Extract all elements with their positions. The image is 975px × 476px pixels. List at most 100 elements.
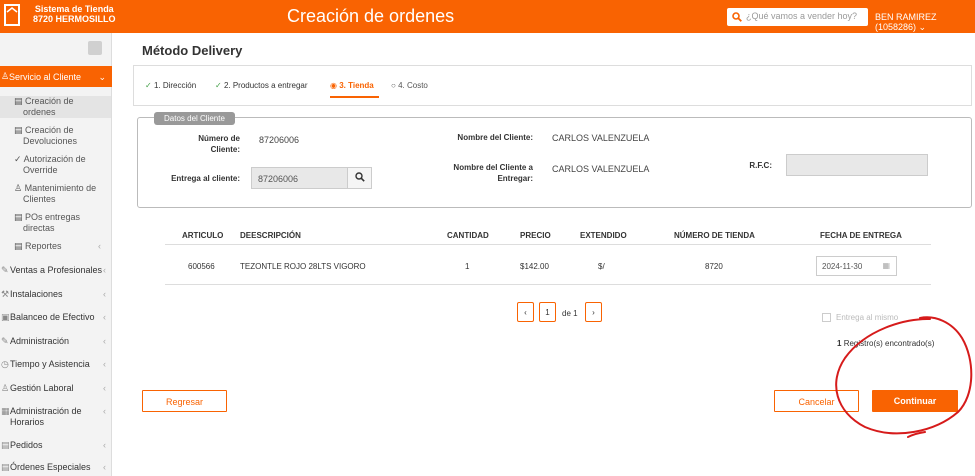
search-placeholder: ¿Qué vamos a vender hoy? <box>746 11 858 21</box>
check-icon: ✓ <box>14 154 22 164</box>
step-label: 3. Tienda <box>339 81 374 90</box>
chevron-left-icon: ‹ <box>103 383 106 393</box>
sidebar-subitem-autorizacion-override[interactable]: ✓ Autorización de Override <box>14 154 109 176</box>
sidebar-subitem-reportes[interactable]: ▤ Reportes ‹ <box>14 241 109 252</box>
store-line-1: Sistema de Tienda <box>34 4 114 14</box>
pagination-prev-button[interactable]: ‹ <box>517 302 534 322</box>
regresar-button[interactable]: Regresar <box>142 390 227 412</box>
active-step-underline <box>330 96 379 98</box>
sidebar-subitem-label: Autorización de <box>23 154 86 164</box>
step-label: 1. Dirección <box>153 81 197 90</box>
pagination-next-button[interactable]: › <box>585 302 602 322</box>
continuar-button[interactable]: Continuar <box>872 390 958 412</box>
check-circle-icon: ✓ <box>215 81 222 90</box>
search-icon <box>354 172 365 182</box>
sidebar-subitem-label: Reportes <box>25 241 62 251</box>
sidebar-item-label: Horarios <box>10 417 45 427</box>
sidebar-item-label: Ventas a Profesionales <box>10 265 103 275</box>
chevron-left-icon: ‹ <box>103 406 106 416</box>
sidebar-item-label: Servicio al Cliente <box>9 72 82 82</box>
entrega-mismo-checkbox[interactable] <box>822 313 831 322</box>
table-row-divider <box>165 284 931 285</box>
step-tienda[interactable]: ◉ 3. Tienda <box>330 81 374 90</box>
person-icon: ♙ <box>14 183 23 193</box>
cell-cantidad: 1 <box>465 262 470 271</box>
cancelar-button[interactable]: Cancelar <box>774 390 859 412</box>
sidebar-subitem-label: Clientes <box>23 194 56 204</box>
document-icon: ▤ <box>1 440 10 450</box>
client-name-label: Nombre del Cliente: <box>457 133 533 142</box>
sidebar-toggle-button[interactable] <box>88 41 102 55</box>
clock-icon: ◷ <box>1 359 9 369</box>
sidebar-item-balanceo-efectivo[interactable]: ▣ Balanceo de Efectivo ‹ <box>0 312 112 323</box>
chevron-left-icon: ‹ <box>98 241 101 251</box>
client-search-button[interactable] <box>347 167 372 189</box>
cell-articulo: 600566 <box>188 262 215 271</box>
sidebar-item-label: Instalaciones <box>10 289 63 299</box>
entrega-mismo-label: Entrega al mismo <box>836 313 899 322</box>
label-line: Nombre del Cliente a <box>453 163 533 172</box>
pencil-icon: ✎ <box>1 336 9 346</box>
column-header-cantidad: CANTIDAD <box>447 231 489 240</box>
chevron-left-icon: ‹ <box>103 265 106 275</box>
sidebar-item-servicio-al-cliente[interactable]: ♙ Servicio al Cliente ⌄ <box>0 66 112 87</box>
step-productos[interactable]: ✓ 2. Productos a entregar <box>215 81 308 90</box>
sidebar-item-label: Tiempo y Asistencia <box>10 359 90 369</box>
tag-icon: ✎ <box>1 265 9 275</box>
chart-icon: ▤ <box>14 241 23 251</box>
records-found: 1 Registro(s) encontrado(s) <box>837 339 934 348</box>
chevron-left-icon: ‹ <box>103 312 106 322</box>
sidebar-item-gestion-laboral[interactable]: ♙ Gestión Laboral ‹ <box>0 383 112 394</box>
sidebar-subitem-label: Creación de <box>25 96 74 106</box>
sidebar-item-label: Órdenes Especiales <box>10 462 91 472</box>
sidebar-item-label: Administración de <box>10 406 82 416</box>
sidebar-item-tiempo-asistencia[interactable]: ◷ Tiempo y Asistencia ‹ <box>0 359 112 370</box>
sidebar-item-administracion[interactable]: ✎ Administración ‹ <box>0 336 112 347</box>
sidebar-subitem-creacion-ordenes[interactable]: ▤ Creación de ordenes <box>0 96 111 118</box>
sidebar-item-instalaciones[interactable]: ⚒ Instalaciones ‹ <box>0 289 112 300</box>
delivery-name-value: CARLOS VALENZUELA <box>552 164 650 174</box>
sidebar-item-ordenes-especiales[interactable]: ▤ Órdenes Especiales ‹ <box>0 462 112 473</box>
step-direccion[interactable]: ✓ 1. Dirección <box>145 81 196 90</box>
label-line: Cliente: <box>210 145 240 154</box>
document-icon: ▤ <box>1 462 10 472</box>
delivery-date-input[interactable]: 2024-11-30 ▦ <box>816 256 897 276</box>
top-bar: Sistema de Tienda 8720 HERMOSILLO Creaci… <box>0 0 975 33</box>
check-circle-icon: ✓ <box>145 81 152 90</box>
list-icon: ▤ <box>14 212 23 222</box>
rfc-field[interactable] <box>786 154 928 176</box>
delivery-name-label: Nombre del Cliente a Entregar: <box>433 162 533 184</box>
user-menu[interactable]: BEN RAMIREZ (1058286) ⌄ <box>875 12 975 33</box>
column-header-articulo: ARTICULO <box>182 231 224 240</box>
sidebar-item-ventas-profesionales[interactable]: ✎ Ventas a Profesionales ‹ <box>0 265 112 276</box>
client-number-value: 87206006 <box>259 135 300 145</box>
sidebar-subitem-mantenimiento-clientes[interactable]: ♙ Mantenimiento de Clientes <box>14 183 109 205</box>
client-number-label: Número de Cliente: <box>178 133 240 155</box>
chevron-left-icon: ‹ <box>103 289 106 299</box>
column-header-descripcion: DEESCRIPCIÓN <box>240 231 301 240</box>
sidebar-subitem-label: directas <box>23 223 55 233</box>
delivery-date-value: 2024-11-30 <box>822 262 863 271</box>
step-label: 4. Costo <box>398 81 428 90</box>
step-costo[interactable]: ○ 4. Costo <box>391 81 428 90</box>
cell-precio: $142.00 <box>520 262 549 271</box>
label-line: Entregar: <box>497 174 533 183</box>
cell-numero-tienda: 8720 <box>705 262 723 271</box>
delivery-client-field[interactable]: 87206006 <box>251 167 348 189</box>
sidebar-subitem-label: Mantenimiento de <box>24 183 97 193</box>
sidebar-subitem-creacion-devoluciones[interactable]: ▤ Creación de Devoluciones <box>14 125 109 147</box>
column-header-numero-tienda: NÚMERO DE TIENDA <box>674 231 755 240</box>
sidebar-subitem-pos-entregas[interactable]: ▤ POs entregas directas <box>14 212 109 234</box>
delivery-client-label: Entrega al cliente: <box>171 174 240 183</box>
search-input[interactable]: ¿Qué vamos a vender hoy? <box>727 8 868 26</box>
table-header-divider <box>165 244 931 245</box>
chevron-left-icon: ‹ <box>103 440 106 450</box>
chevron-left-icon: ‹ <box>103 336 106 346</box>
page-title: Creación de ordenes <box>287 6 455 26</box>
sidebar-item-administracion-horarios[interactable]: ▦ Administración de Horarios ‹ <box>0 406 112 428</box>
pagination-page-button[interactable]: 1 <box>539 302 556 322</box>
sidebar-item-label: Administración <box>10 336 70 346</box>
calendar-icon: ▦ <box>1 406 10 416</box>
sidebar-item-pedidos[interactable]: ▤ Pedidos ‹ <box>0 440 112 451</box>
label-line: Número de <box>198 134 240 143</box>
